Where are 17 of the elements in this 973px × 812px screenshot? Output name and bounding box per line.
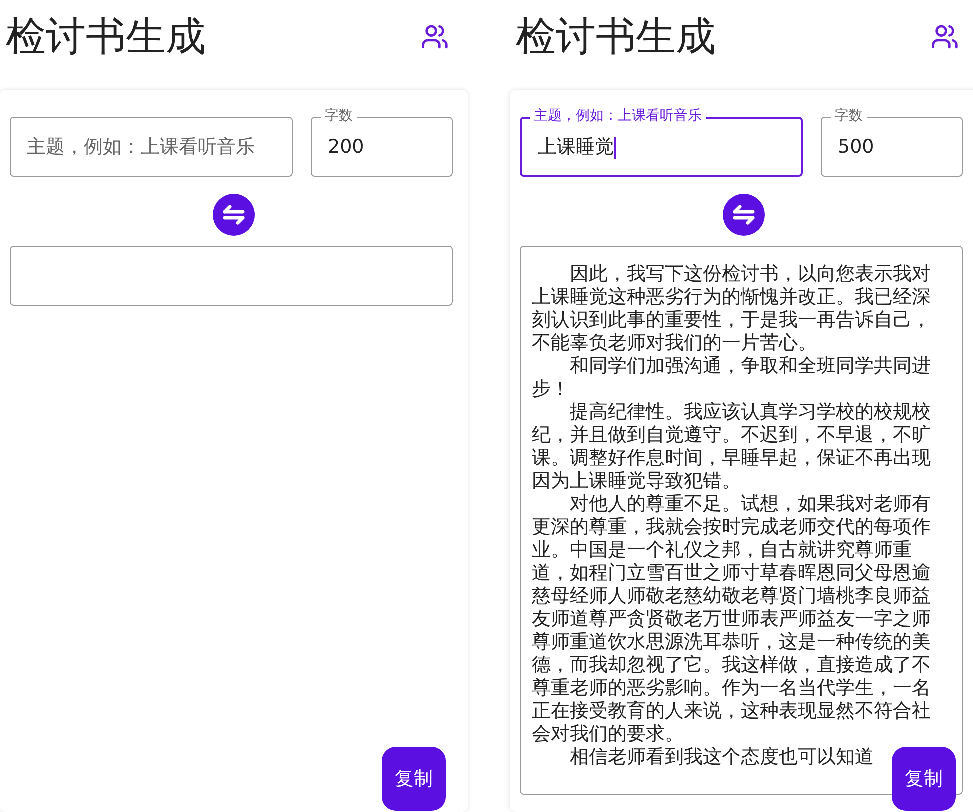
output-paragraph: 提高纪律性。我应该认真学习学校的校规校纪，并且做到自觉遵守。不迟到，不早退，不旷课。调整好作息时间，早睡早起，保证不再出现因为上课睡觉导致犯错。 — [532, 401, 932, 493]
copy-button[interactable]: 复制 — [892, 747, 956, 811]
output-paragraph: 和同学们加强沟通，争取和全班同学共同进步！ — [532, 355, 932, 401]
users-icon[interactable] — [931, 23, 959, 51]
app-title: 检讨书生成 — [516, 13, 716, 62]
output-paragraph: 对他人的尊重不足。试想，如果我对老师有更深的尊重，我就会按时完成老师交代的每项作业。中国是一个礼仪之邦，自古就讲究尊师重道，如程门立雪百世之师寸草春晖恩同父母恩逾慈母经师人师敬老慈幼敬老尊贤门墙桃李良师益友师道尊严贪贤敬老万世师表严师益友一字之师尊师重道饮水思源洗耳恭听，这是一种传统的美德，而我却忽视了它。我这样做，直接造成了不尊重老师的恶劣影响。作为一名当代学生，一名正在接受教育的人来说，这种表现显然不符合社会对我们的要求。 — [532, 493, 932, 746]
topic-field[interactable]: 主题，例如：上课看听音乐 — [10, 117, 293, 177]
topic-label: 主题，例如：上课看听音乐 — [530, 108, 706, 124]
output-paragraph: 因此，我写下这份检讨书，以向您表示我对上课睡觉这种恶劣行为的惭愧并改正。我已经深刻认识到此事的重要性，于是我一再告诉自己，不能辜负老师对我们的一片苦心。 — [532, 263, 932, 355]
swap-icon[interactable] — [723, 194, 765, 236]
users-icon[interactable] — [421, 23, 449, 51]
count-label: 字数 — [321, 108, 357, 124]
output-paragraph: 相信老师看到我这个态度也可以知道 — [569, 746, 874, 769]
count-label: 字数 — [831, 108, 867, 124]
swap-icon[interactable] — [213, 194, 255, 236]
copy-button[interactable]: 复制 — [382, 747, 446, 811]
app-title: 检讨书生成 — [6, 13, 206, 62]
